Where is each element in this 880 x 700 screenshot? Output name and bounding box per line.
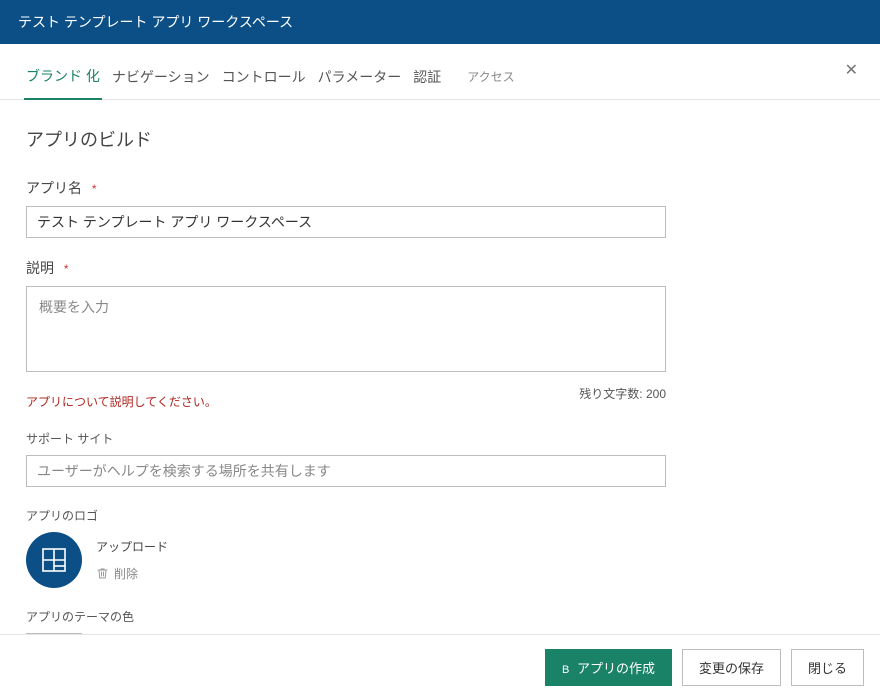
description-input[interactable] (26, 286, 666, 372)
description-label: 説明 * (26, 258, 854, 278)
support-site-field: サポート サイト (26, 430, 854, 487)
page-title: アプリのビルド (26, 126, 854, 152)
window-title-bar: テスト テンプレート アプリ ワークスペース (0, 0, 880, 44)
app-name-label: アプリ名 * (26, 178, 854, 198)
app-logo-label: アプリのロゴ (26, 507, 854, 524)
required-star: * (64, 262, 69, 276)
support-site-input[interactable] (26, 455, 666, 487)
app-name-field: アプリ名 * (26, 178, 854, 238)
char-count: 残り文字数: 200 (579, 385, 666, 410)
footer-bar: B アプリの作成 変更の保存 閉じる (0, 634, 880, 700)
tab-controls[interactable]: コントロール (220, 59, 308, 99)
support-site-label: サポート サイト (26, 430, 854, 447)
app-logo-icon (26, 532, 82, 588)
create-app-button[interactable]: B アプリの作成 (545, 649, 672, 686)
tab-parameters[interactable]: パラメーター (316, 59, 404, 99)
tab-access[interactable]: アクセス (465, 60, 516, 97)
theme-color-label: アプリのテーマの色 (26, 608, 854, 625)
description-field: 説明 * アプリについて説明してください。 残り文字数: 200 (26, 258, 854, 410)
tab-branding[interactable]: ブランド 化 (24, 58, 102, 100)
trash-icon (96, 567, 109, 580)
app-name-input[interactable] (26, 206, 666, 238)
upload-button[interactable]: アップロード (96, 538, 168, 555)
close-icon[interactable]: ✕ (845, 60, 858, 80)
description-error: アプリについて説明してください。 (26, 393, 217, 410)
window-title: テスト テンプレート アプリ ワークスペース (18, 14, 293, 30)
required-star: * (92, 182, 97, 196)
close-button[interactable]: 閉じる (791, 649, 864, 686)
tabs-row: ブランド 化 ナビゲーション コントロール パラメーター 認証 アクセス ✕ (0, 44, 880, 100)
app-logo-field: アプリのロゴ アップロード 削除 (26, 507, 854, 588)
plus-slash-icon: B (562, 664, 569, 676)
save-changes-button[interactable]: 変更の保存 (682, 649, 781, 686)
content-area: アプリのビルド アプリ名 * 説明 * アプリについて説明してください。 残り文… (0, 100, 880, 667)
delete-button[interactable]: 削除 (96, 565, 168, 582)
tab-auth[interactable]: 認証 (411, 59, 443, 99)
tab-navigation[interactable]: ナビゲーション (110, 59, 212, 99)
